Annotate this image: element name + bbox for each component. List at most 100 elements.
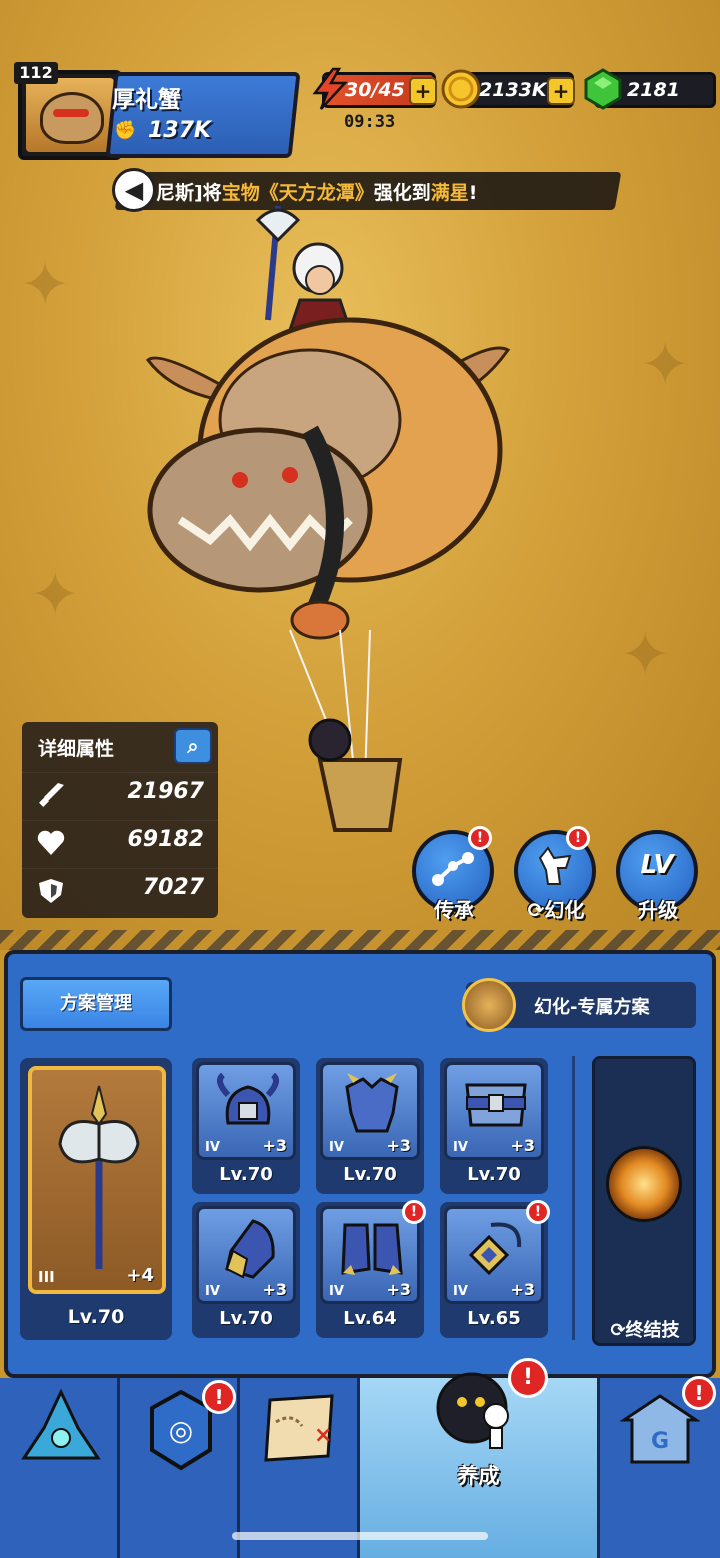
gem-counter: 2181 + [584, 68, 716, 110]
gold-counter: 2133K + [441, 69, 575, 109]
treasure-map-icon: × [264, 1394, 334, 1462]
heart-icon [37, 830, 65, 855]
stat-row-defense: 7027 [22, 868, 218, 912]
level-up-icon: LV [640, 850, 674, 880]
fist-icon: ✊ [114, 120, 137, 141]
stat-row-attack: 21967 [22, 772, 218, 816]
gear-enhance-level: +3 [510, 1136, 535, 1155]
weapon-tier: III [38, 1268, 55, 1286]
gear-slot-helmet[interactable]: IV +3 Lv.70 [192, 1058, 300, 1194]
chest-armor-icon [345, 1073, 399, 1133]
transform-alert-badge: ! [566, 826, 590, 850]
gear-slot-necklace[interactable]: IV +3 ! Lv.65 [440, 1200, 550, 1338]
exclusive-plan-label: 幻化-专属方案 [534, 997, 650, 1018]
sword-icon [39, 783, 64, 807]
gear-tier: IV [329, 1284, 344, 1299]
gear-alert-badge: ! [526, 1200, 550, 1224]
weapon-card[interactable]: III +4 [28, 1066, 166, 1294]
gear-level: Lv.70 [219, 1308, 273, 1329]
gear-alert-badge: ! [402, 1200, 426, 1224]
gear-enhance-level: +3 [386, 1280, 411, 1299]
crystal-tower-icon [21, 1388, 101, 1460]
gear-slot-gauntlet[interactable]: IV +3 Lv.70 [192, 1202, 300, 1338]
helmet-icon [216, 1073, 280, 1125]
nav-train-label: 养成 [457, 1464, 500, 1488]
transform-button[interactable]: ⟳幻化 ! [512, 826, 600, 928]
link-nodes-icon [432, 852, 474, 886]
weapon-enhance-level: +4 [126, 1265, 154, 1286]
dragon-head-icon [538, 846, 572, 885]
gear-level: Lv.70 [467, 1164, 521, 1185]
background-pattern-mark: ✦ [640, 330, 691, 400]
energy-value: 30/45 [345, 79, 405, 101]
add-energy-button[interactable]: + [409, 77, 437, 105]
gear-level: Lv.70 [219, 1164, 273, 1185]
gear-level: Lv.65 [467, 1308, 521, 1329]
gear-tier: IV [453, 1140, 468, 1155]
gear-tier: IV [205, 1284, 220, 1299]
gear-tier: IV [205, 1140, 220, 1155]
nav-tab-crystal[interactable] [0, 1378, 120, 1558]
gauntlet-icon [225, 1219, 275, 1279]
background-pattern-mark: ✦ [30, 560, 81, 630]
background-pattern-mark: ✦ [20, 250, 71, 320]
lightning-icon [312, 67, 348, 110]
nav-alert-badge: ! [682, 1376, 716, 1410]
exclusive-plan-avatar [462, 978, 516, 1032]
boots-icon [341, 1223, 403, 1275]
background-pattern-mark: ✦ [620, 620, 671, 690]
stats-title: 详细属性 [38, 738, 115, 760]
player-name: 厚礼蟹 [112, 87, 181, 113]
plan-management-button[interactable]: 方案管理 [20, 977, 172, 1031]
panel-divider [572, 1056, 575, 1340]
nav-tab-train[interactable]: 养成 ! [360, 1358, 600, 1558]
inherit-alert-badge: ! [468, 826, 492, 850]
gear-enhance-level: +3 [262, 1136, 287, 1155]
search-icon: ⌕ [187, 734, 199, 758]
battle-axe-icon [58, 1085, 140, 1269]
nav-tab-card[interactable]: ◎ ! [120, 1378, 240, 1558]
gear-enhance-level: +3 [386, 1136, 411, 1155]
add-gold-button[interactable]: + [547, 77, 575, 105]
stats-search-button[interactable]: ⌕ [174, 728, 212, 764]
gear-tier: IV [453, 1284, 468, 1299]
green-gem-icon [584, 68, 622, 110]
svg-text:×: × [314, 1423, 332, 1448]
gear-slot-chest-armor[interactable]: IV +3 Lv.70 [316, 1058, 424, 1194]
combat-power: 137K [148, 118, 211, 143]
nav-tab-guild[interactable]: G ! [600, 1376, 720, 1558]
defense-value: 7027 [142, 875, 204, 900]
shield-icon [39, 879, 63, 903]
gear-level: Lv.64 [343, 1308, 397, 1329]
inherit-button[interactable]: 传承 ! [410, 826, 498, 928]
gem-value: 2181 [627, 79, 680, 101]
stat-row-health: 69182 [22, 820, 218, 864]
gear-level: Lv.70 [343, 1164, 397, 1185]
svg-text:G: G [651, 1429, 669, 1454]
player-profile[interactable]: 112 厚礼蟹 ✊ 137K [14, 62, 301, 160]
bottom-nav: ◎ ! × 养成 ! G ! [0, 1358, 720, 1558]
finisher-skill-icon[interactable] [606, 1146, 682, 1222]
gear-enhance-level: +3 [262, 1280, 287, 1299]
transform-label: ⟳幻化 [527, 898, 585, 922]
gear-slot-belt-armor[interactable]: IV +3 Lv.70 [440, 1058, 548, 1194]
home-indicator[interactable] [232, 1532, 488, 1540]
gold-coin-icon [441, 69, 481, 109]
belt-armor-icon [465, 1083, 527, 1127]
inherit-label: 传承 [434, 898, 474, 922]
weapon-level: Lv.70 [67, 1306, 125, 1328]
panel-edge-decoration [0, 930, 720, 950]
gear-tier: IV [329, 1140, 344, 1155]
gear-slot-boots[interactable]: IV +3 ! Lv.64 [316, 1200, 426, 1338]
refresh-icon: ⟳ [527, 898, 545, 922]
energy-counter: 30/45 + [312, 67, 437, 110]
finisher-label: ⟳终结技 [610, 1320, 680, 1341]
upgrade-button[interactable]: LV 升级 [614, 830, 702, 928]
health-value: 69182 [127, 827, 204, 852]
gear-enhance-level: +3 [510, 1280, 535, 1299]
nav-alert-badge: ! [508, 1358, 548, 1398]
energy-timer: 09:33 [344, 112, 396, 132]
nav-tab-map[interactable]: × [240, 1378, 360, 1558]
megaphone-icon: ◀ [112, 168, 156, 212]
svg-text:◎: ◎ [169, 1414, 193, 1447]
